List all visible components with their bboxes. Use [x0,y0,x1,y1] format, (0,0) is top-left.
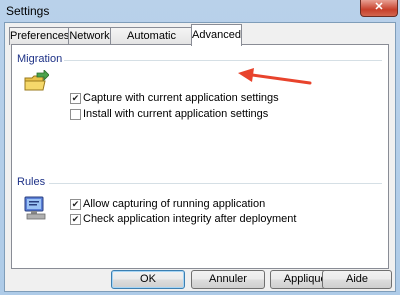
folder-migration-icon [24,70,49,91]
install-settings-checkbox[interactable] [70,109,81,120]
close-icon: ✕ [374,1,384,13]
capture-settings-label[interactable]: Capture with current application setting… [83,92,279,104]
checkmark-icon: ✔ [71,214,80,224]
rules-group-label: Rules [17,176,46,188]
tab-automatic-updates[interactable]: Automatic Updates [110,27,193,59]
checkmark-icon: ✔ [71,93,80,103]
install-settings-label[interactable]: Install with current application setting… [83,108,268,120]
tab-advanced[interactable]: Advanced [191,24,242,46]
tab-preferences[interactable]: Preferences [9,27,69,45]
check-integrity-label[interactable]: Check application integrity after deploy… [83,213,296,225]
capture-settings-checkbox[interactable]: ✔ [70,93,81,104]
window-title: Settings [6,4,50,18]
monitor-rules-icon [24,196,46,220]
close-button[interactable]: ✕ [360,0,398,17]
migration-divider [64,60,382,61]
advanced-panel: Migration ✔ Capture with current applica… [11,44,389,269]
allow-capturing-checkbox[interactable]: ✔ [70,199,81,210]
allow-capturing-label[interactable]: Allow capturing of running application [83,198,265,210]
tab-network[interactable]: Network [68,27,111,45]
dialog-client-area: Preferences Network Automatic Updates Ad… [4,22,396,292]
cancel-button[interactable]: Annuler [191,270,265,289]
check-integrity-checkbox[interactable]: ✔ [70,214,81,225]
rules-divider [49,183,382,184]
checkmark-icon: ✔ [71,199,80,209]
ok-button[interactable]: OK [111,270,185,289]
settings-window: Settings ✕ Preferences Network Automatic… [0,0,400,295]
title-bar[interactable]: Settings ✕ [0,0,400,22]
migration-group-label: Migration [17,53,63,65]
help-button[interactable]: Aide [322,270,392,289]
